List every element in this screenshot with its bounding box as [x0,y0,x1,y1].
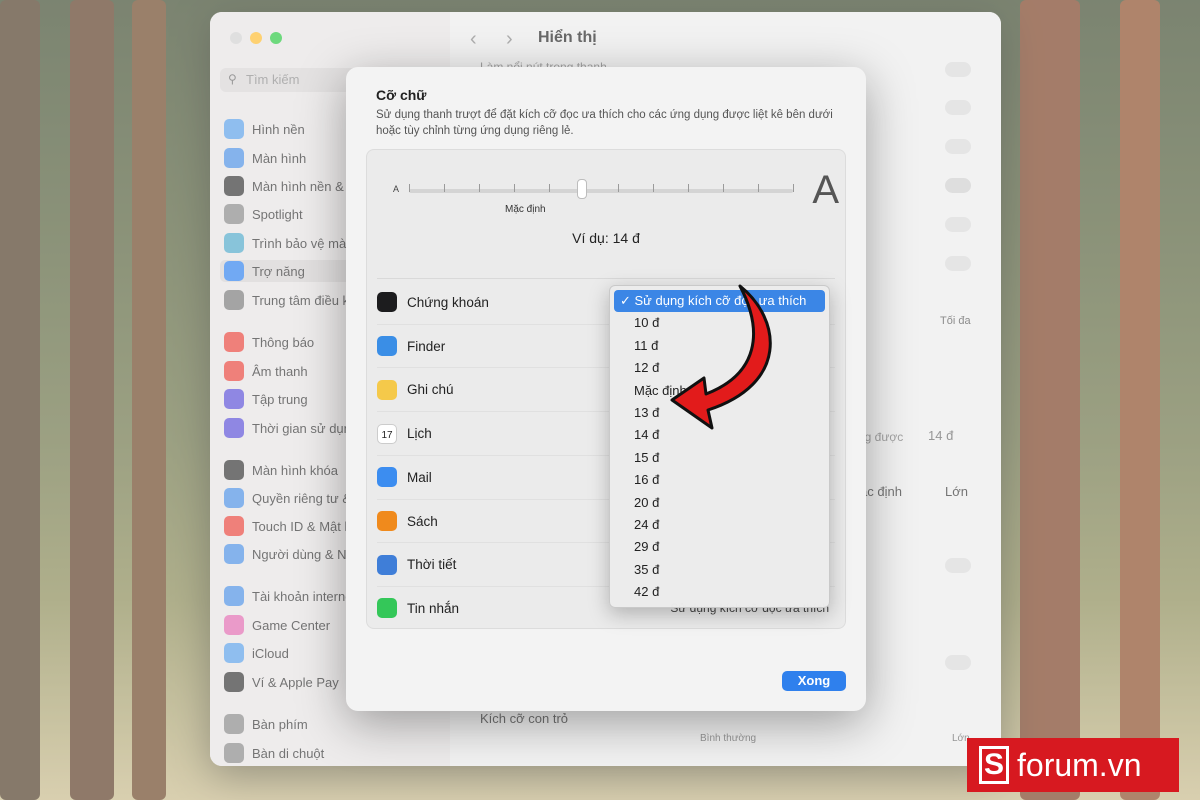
done-button[interactable]: Xong [782,671,846,691]
books-icon [377,511,397,531]
dropdown-option[interactable]: 29 đ [614,536,825,558]
app-name: Finder [407,338,446,354]
slider-tick [688,184,690,192]
app-name: Mail [407,469,432,485]
dropdown-option[interactable]: 35 đ [614,559,825,581]
weather-icon [377,554,397,575]
red-arrow-annotation [670,284,772,430]
dropdown-option[interactable]: 20 đ [614,492,825,514]
app-name: Tin nhắn [407,600,460,616]
slider-tick [443,184,445,192]
forum-watermark: S forum.vn [967,738,1179,792]
slider-tick [478,184,480,192]
divider [377,278,835,279]
brand-logo-icon: S [979,746,1009,784]
slider-tick [792,184,794,192]
app-name: Chứng khoán [407,294,489,310]
slider-tick [409,184,410,192]
app-name: Thời tiết [407,557,457,573]
messages-icon [377,598,397,619]
slider-small-a: A [393,184,400,194]
dropdown-option[interactable]: 16 đ [614,469,825,491]
dropdown-option[interactable]: 15 đ [614,447,825,469]
app-name: Sách [407,513,438,529]
notes-icon [377,379,397,400]
slider-tick [723,184,725,192]
dropdown-option[interactable]: 42 đ [614,581,825,603]
mail-icon [377,467,397,488]
app-name: Ghi chú [407,382,454,398]
finder-icon [377,336,397,357]
slider-default-label: Mặc định [505,204,546,215]
dialog-description: Sử dụng thanh trượt để đặt kích cỡ đọc ư… [376,109,833,137]
calendar-icon: 17 [377,423,397,444]
slider-large-a: A [812,168,839,212]
app-name: Lịch [407,426,432,442]
stocks-icon [377,292,397,312]
example-text: Ví dụ: 14 đ [572,230,640,246]
slider-tick [548,184,550,192]
dialog-title: Cỡ chữ [376,87,427,103]
slider-tick [758,184,759,192]
brand-text: forum.vn [1017,746,1142,783]
slider-tick [653,184,655,192]
text-size-slider[interactable] [409,189,793,193]
dropdown-option[interactable]: 24 đ [614,514,825,536]
slider-tick [513,184,515,192]
slider-thumb[interactable] [576,179,587,199]
slider-tick [618,184,620,192]
